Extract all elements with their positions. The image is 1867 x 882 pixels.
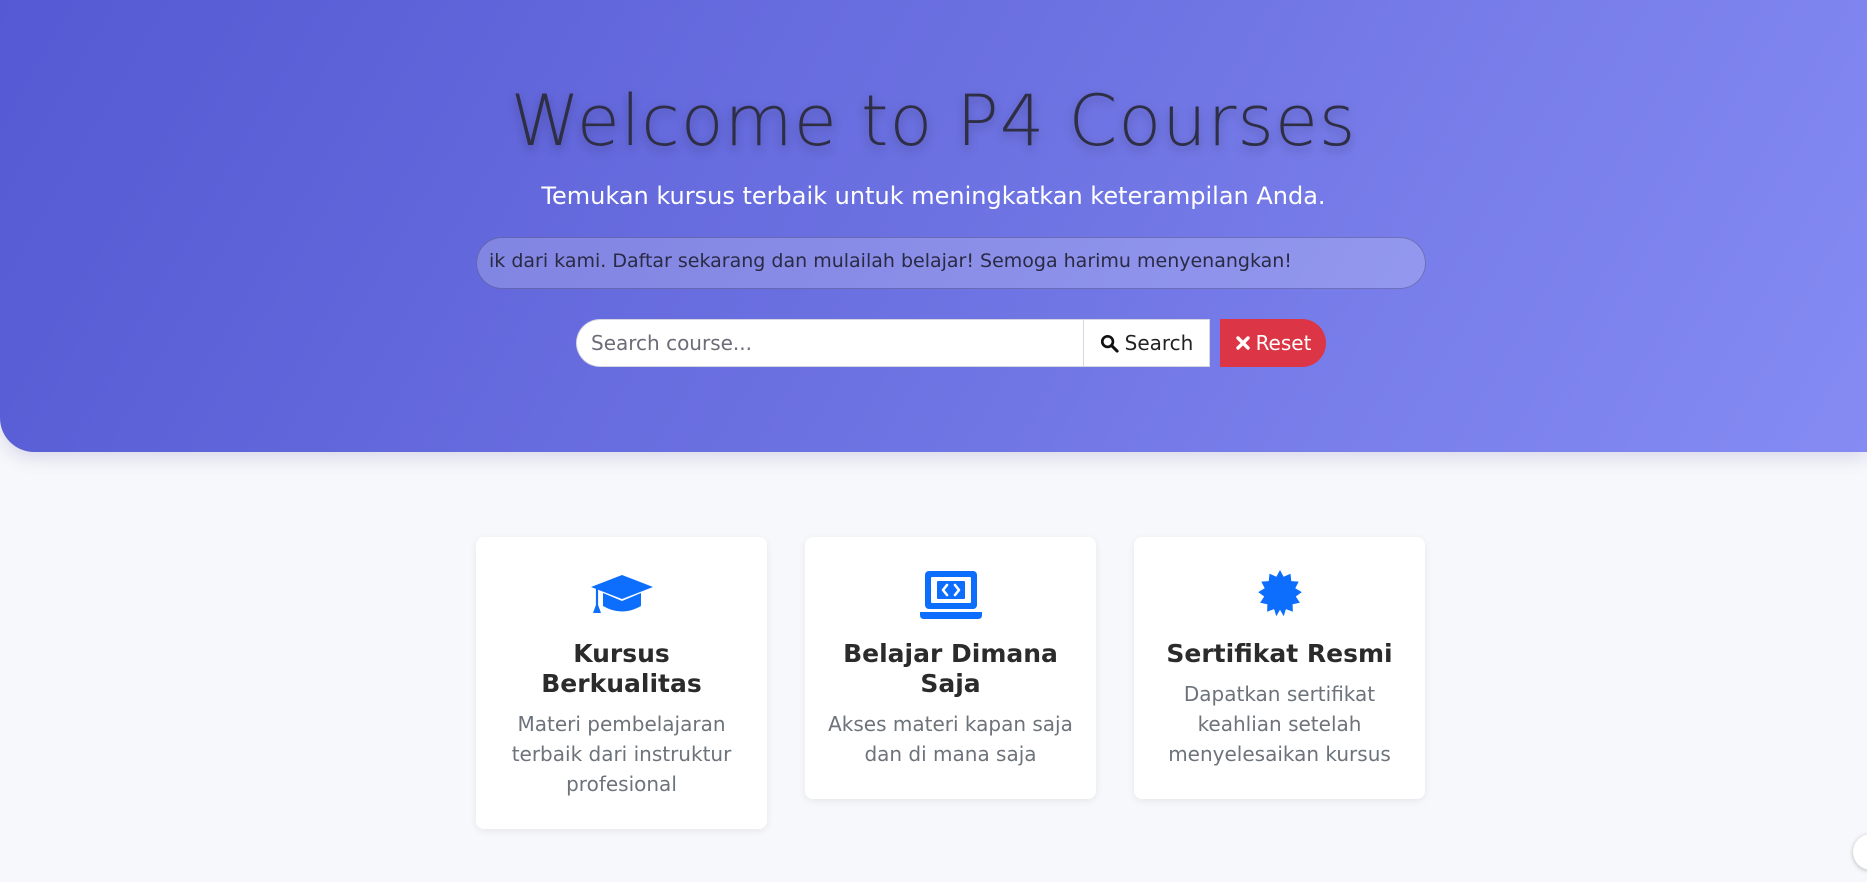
graduation-cap-icon (498, 569, 745, 621)
page-title: Welcome to P4 Courses (510, 80, 1357, 162)
reset-button-label: Reset (1255, 331, 1312, 355)
feature-title: Belajar Dimana Saja (843, 639, 1058, 698)
feature-title: Kursus Berkualitas (541, 639, 702, 698)
search-button[interactable]: Search (1083, 319, 1210, 367)
marquee-text: ik dari kami. Daftar sekarang dan mulail… (489, 250, 1292, 272)
search-input[interactable] (576, 319, 1083, 367)
announcement-marquee: ik dari kami. Daftar sekarang dan mulail… (476, 237, 1426, 289)
search-icon (1100, 334, 1119, 353)
laptop-code-icon (827, 569, 1074, 621)
close-icon (1235, 335, 1251, 351)
chat-widget-button[interactable] (1853, 834, 1867, 870)
certificate-icon (1156, 569, 1403, 621)
feature-description: Dapatkan sertifikat keahlian setelah men… (1168, 682, 1391, 766)
search-form: Search Reset (576, 319, 1326, 367)
hero-section: Welcome to P4 Courses Temukan kursus ter… (0, 0, 1867, 452)
feature-title: Sertifikat Resmi (1166, 639, 1393, 668)
search-button-label: Search (1124, 331, 1194, 355)
feature-card-certificate: Sertifikat Resmi Dapatkan sertifikat kea… (1134, 537, 1425, 799)
hero-subtitle: Temukan kursus terbaik untuk meningkatka… (541, 182, 1326, 210)
feature-card-anywhere: Belajar Dimana Saja Akses materi kapan s… (805, 537, 1096, 799)
feature-description: Akses materi kapan saja dan di mana saja (828, 712, 1073, 766)
feature-card-quality: Kursus Berkualitas Materi pembelajaran t… (476, 537, 767, 829)
reset-button[interactable]: Reset (1220, 319, 1326, 367)
feature-description: Materi pembelajaran terbaik dari instruk… (511, 712, 732, 796)
